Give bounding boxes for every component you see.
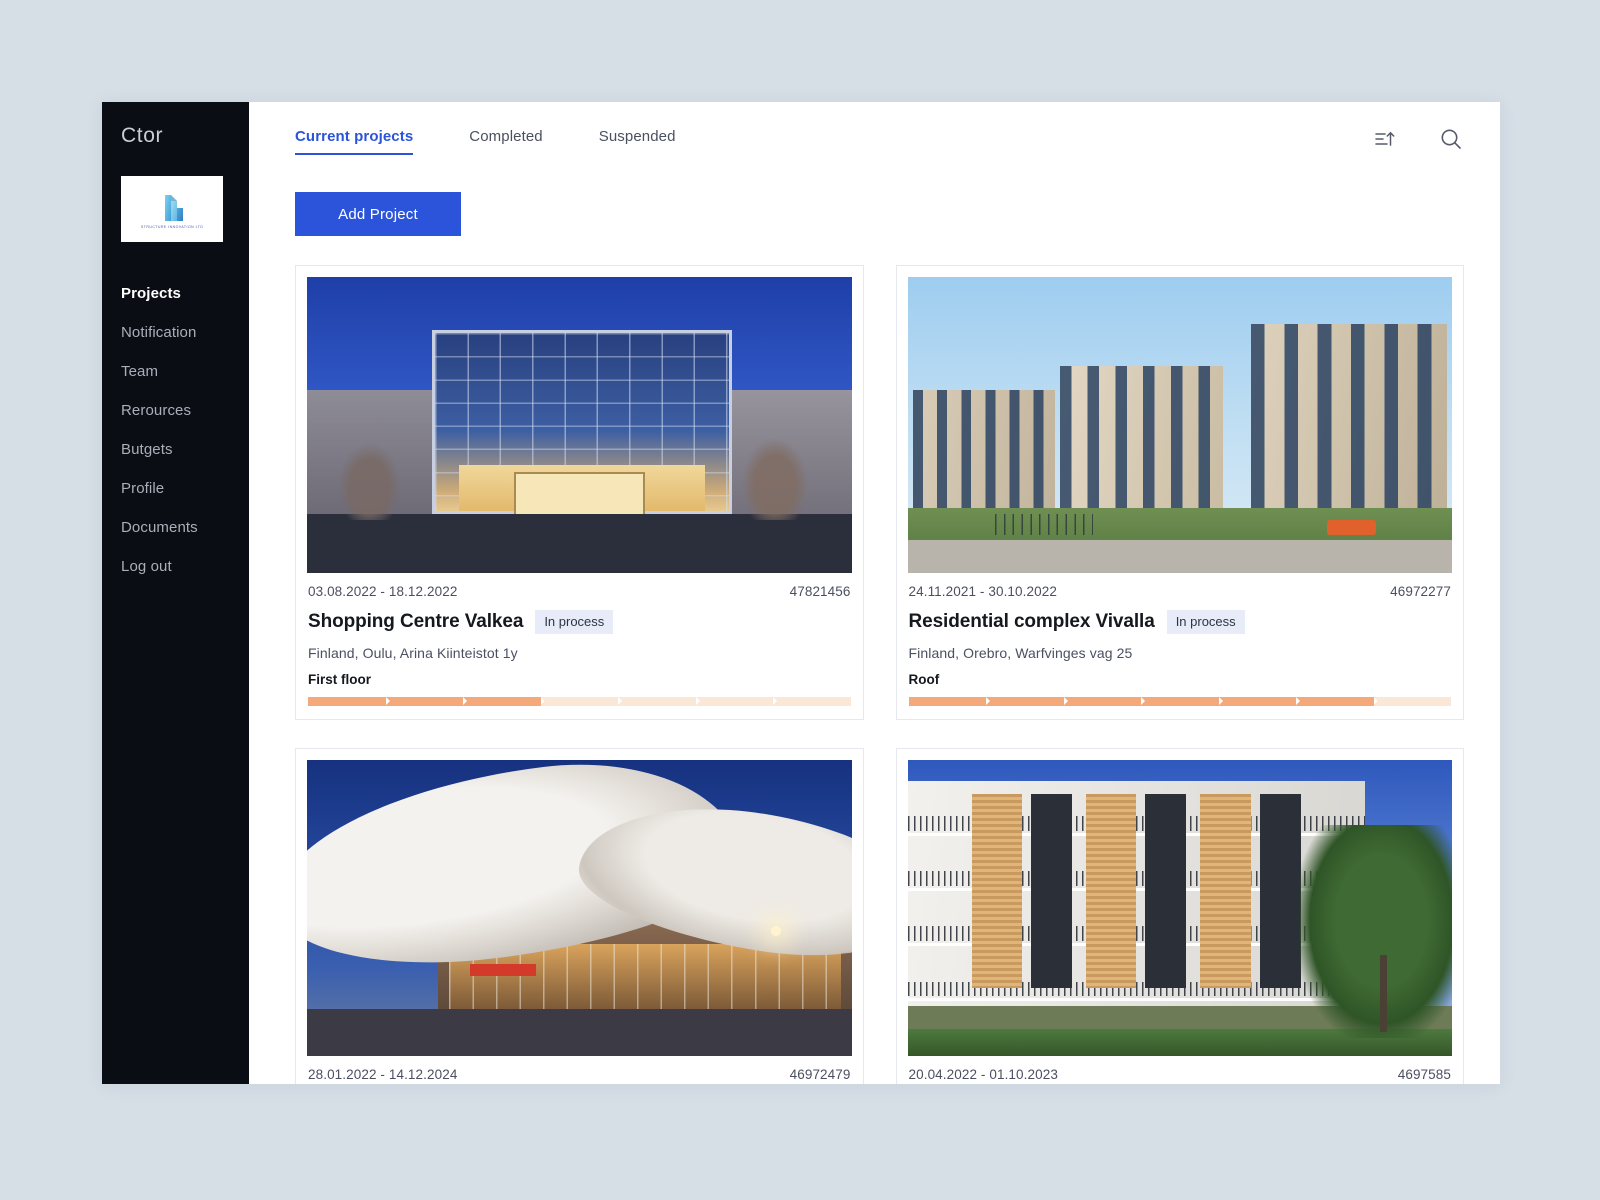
building-logo-icon bbox=[165, 195, 183, 221]
company-logo: STRUCTURE INNOVATION LTD bbox=[121, 176, 223, 242]
project-card[interactable]: 28.01.2022 - 14.12.2024 46972479 Shoppin… bbox=[295, 748, 864, 1084]
sidebar-item-notification[interactable]: Notification bbox=[102, 325, 249, 340]
sidebar-item-projects[interactable]: Projects bbox=[102, 286, 249, 301]
topbar: Current projects Completed Suspended bbox=[249, 102, 1500, 164]
tab-completed[interactable]: Completed bbox=[469, 128, 542, 155]
sidebar-item-documents[interactable]: Documents bbox=[102, 520, 249, 535]
project-title: Residential complex Vivalla bbox=[908, 611, 1155, 632]
main-content: Current projects Completed Suspended Add… bbox=[249, 102, 1500, 1084]
app-window: Ctor STRUCTURE INNOVATION LTD Projects N… bbox=[102, 102, 1500, 1084]
sidebar-item-rerources[interactable]: Rerources bbox=[102, 403, 249, 418]
company-logo-subtitle: STRUCTURE INNOVATION LTD bbox=[140, 225, 204, 230]
project-code: 4697585 bbox=[1397, 1067, 1451, 1082]
project-tabs: Current projects Completed Suspended bbox=[295, 128, 732, 155]
project-code: 47821456 bbox=[789, 584, 851, 599]
tab-suspended[interactable]: Suspended bbox=[599, 128, 676, 155]
project-photo-wavy-canopy-dusk bbox=[307, 760, 852, 1056]
project-progress-bar bbox=[308, 697, 851, 706]
add-project-button[interactable]: Add Project bbox=[295, 192, 461, 236]
project-code: 46972479 bbox=[789, 1067, 851, 1082]
project-title: Shopping Centre Valkea bbox=[308, 611, 524, 632]
project-address: Finland, Orebro, Warfvinges vag 25 bbox=[908, 645, 1133, 661]
sidebar-item-profile[interactable]: Profile bbox=[102, 481, 249, 496]
sidebar-item-team[interactable]: Team bbox=[102, 364, 249, 379]
status-badge: In process bbox=[1166, 610, 1245, 634]
topbar-actions bbox=[1372, 126, 1464, 152]
project-progress-bar bbox=[908, 697, 1451, 706]
project-photo-apartment-block-tree bbox=[907, 760, 1452, 1056]
project-stage: Roof bbox=[908, 672, 940, 687]
status-badge: In process bbox=[535, 610, 614, 634]
sidebar-nav: Projects Notification Team Rerources But… bbox=[102, 286, 249, 574]
app-brand-title: Ctor bbox=[121, 124, 164, 147]
sidebar-item-log-out[interactable]: Log out bbox=[102, 559, 249, 574]
project-card[interactable]: 20.04.2022 - 01.10.2023 4697585 Shopping… bbox=[895, 748, 1464, 1084]
project-photo-glass-entrance-dusk bbox=[307, 277, 852, 573]
project-address: Finland, Oulu, Arina Kiinteistot 1y bbox=[308, 645, 518, 661]
project-dates: 24.11.2021 - 30.10.2022 bbox=[908, 584, 1057, 599]
project-dates: 03.08.2022 - 18.12.2022 bbox=[308, 584, 458, 599]
project-photo-timber-residential-blocks bbox=[907, 277, 1452, 573]
project-dates: 20.04.2022 - 01.10.2023 bbox=[908, 1067, 1058, 1082]
project-stage: First floor bbox=[308, 672, 371, 687]
project-code: 46972277 bbox=[1390, 584, 1451, 599]
sort-ascending-icon[interactable] bbox=[1372, 126, 1398, 152]
tab-current-projects[interactable]: Current projects bbox=[295, 128, 414, 155]
sidebar-item-butgets[interactable]: Butgets bbox=[102, 442, 249, 457]
project-dates: 28.01.2022 - 14.12.2024 bbox=[308, 1067, 458, 1082]
sidebar: Ctor STRUCTURE INNOVATION LTD Projects N… bbox=[102, 102, 249, 1084]
project-card[interactable]: 03.08.2022 - 18.12.2022 47821456 Shoppin… bbox=[295, 265, 864, 720]
projects-grid: 03.08.2022 - 18.12.2022 47821456 Shoppin… bbox=[295, 265, 1464, 1084]
project-card[interactable]: 24.11.2021 - 30.10.2022 46972277 Residen… bbox=[895, 265, 1464, 720]
search-icon[interactable] bbox=[1438, 126, 1464, 152]
